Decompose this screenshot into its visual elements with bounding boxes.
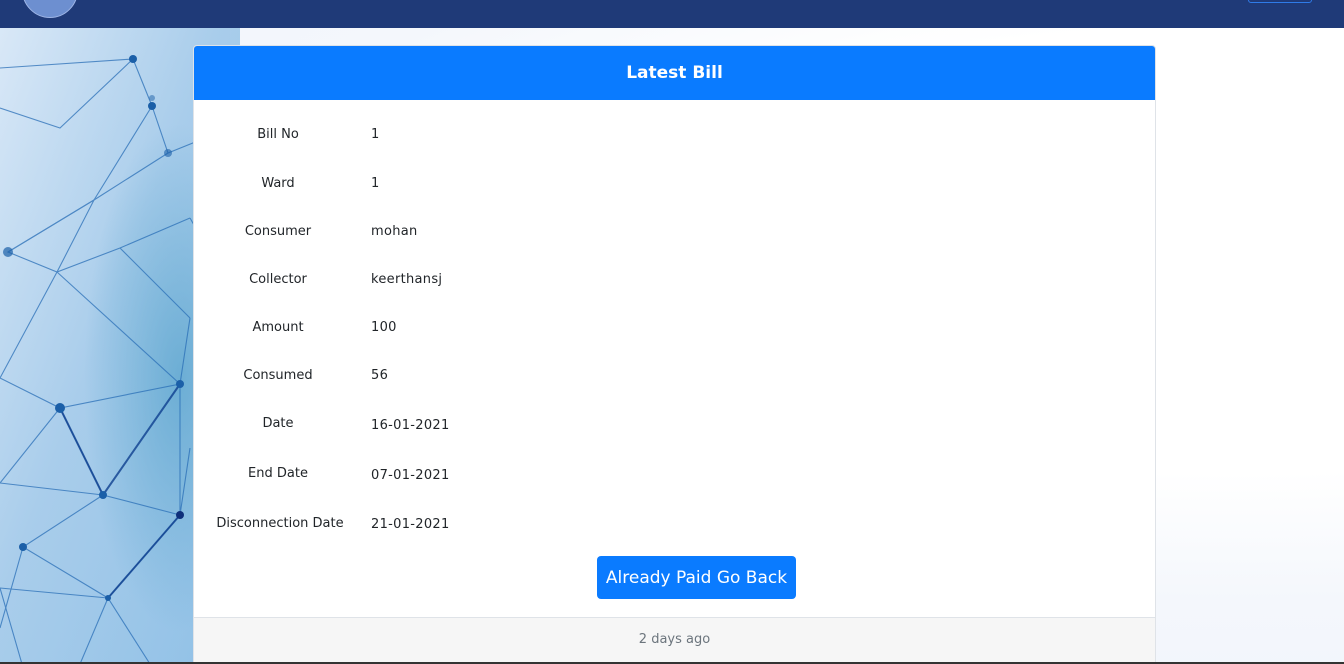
footer-timestamp: 2 days ago: [638, 632, 711, 647]
end-date-label: End Date: [248, 466, 308, 481]
card-header: Latest Bill: [194, 46, 1155, 100]
latest-bill-card: Latest Bill Bill No 1 Ward 1 Consumer mo…: [193, 45, 1156, 664]
amount-value: 100: [371, 320, 397, 335]
end-date-value: 07-01-2021: [371, 468, 450, 483]
ward-value: 1: [371, 176, 380, 191]
detail-row-date: Date 16-01-2021: [194, 416, 1155, 440]
collector-label: Collector: [249, 272, 307, 287]
detail-row-disconnection-date: Disconnection Date 21-01-2021: [194, 516, 1155, 540]
consumer-value: mohan: [371, 224, 418, 239]
card-footer: 2 days ago: [194, 617, 1155, 664]
detail-row-ward: Ward 1: [194, 176, 1155, 200]
consumer-label: Consumer: [244, 224, 312, 239]
detail-row-consumer: Consumer mohan: [194, 224, 1155, 248]
logo-icon[interactable]: [22, 0, 78, 18]
detail-row-collector: Collector keerthansj: [194, 272, 1155, 296]
detail-row-consumed: Consumed 56: [194, 368, 1155, 392]
page: Latest Bill Bill No 1 Ward 1 Consumer mo…: [0, 0, 1344, 664]
amount-label: Amount: [252, 320, 304, 335]
date-value: 16-01-2021: [371, 418, 450, 433]
bill-no-label: Bill No: [257, 127, 299, 142]
top-navbar: [0, 0, 1344, 28]
already-paid-go-back-button[interactable]: Already Paid Go Back: [597, 556, 796, 599]
disconnection-date-label: Disconnection Date: [216, 516, 344, 531]
bill-no-value: 1: [371, 127, 380, 142]
navbar-button[interactable]: [1248, 0, 1312, 3]
detail-row-bill-no: Bill No 1: [194, 127, 1155, 151]
date-label: Date: [262, 416, 294, 431]
detail-row-amount: Amount 100: [194, 320, 1155, 344]
consumed-label: Consumed: [243, 368, 313, 383]
consumed-value: 56: [371, 368, 389, 383]
ward-label: Ward: [261, 176, 295, 191]
card-title: Latest Bill: [626, 63, 723, 83]
collector-value: keerthansj: [371, 272, 443, 287]
detail-row-end-date: End Date 07-01-2021: [194, 466, 1155, 490]
disconnection-date-value: 21-01-2021: [371, 517, 450, 532]
